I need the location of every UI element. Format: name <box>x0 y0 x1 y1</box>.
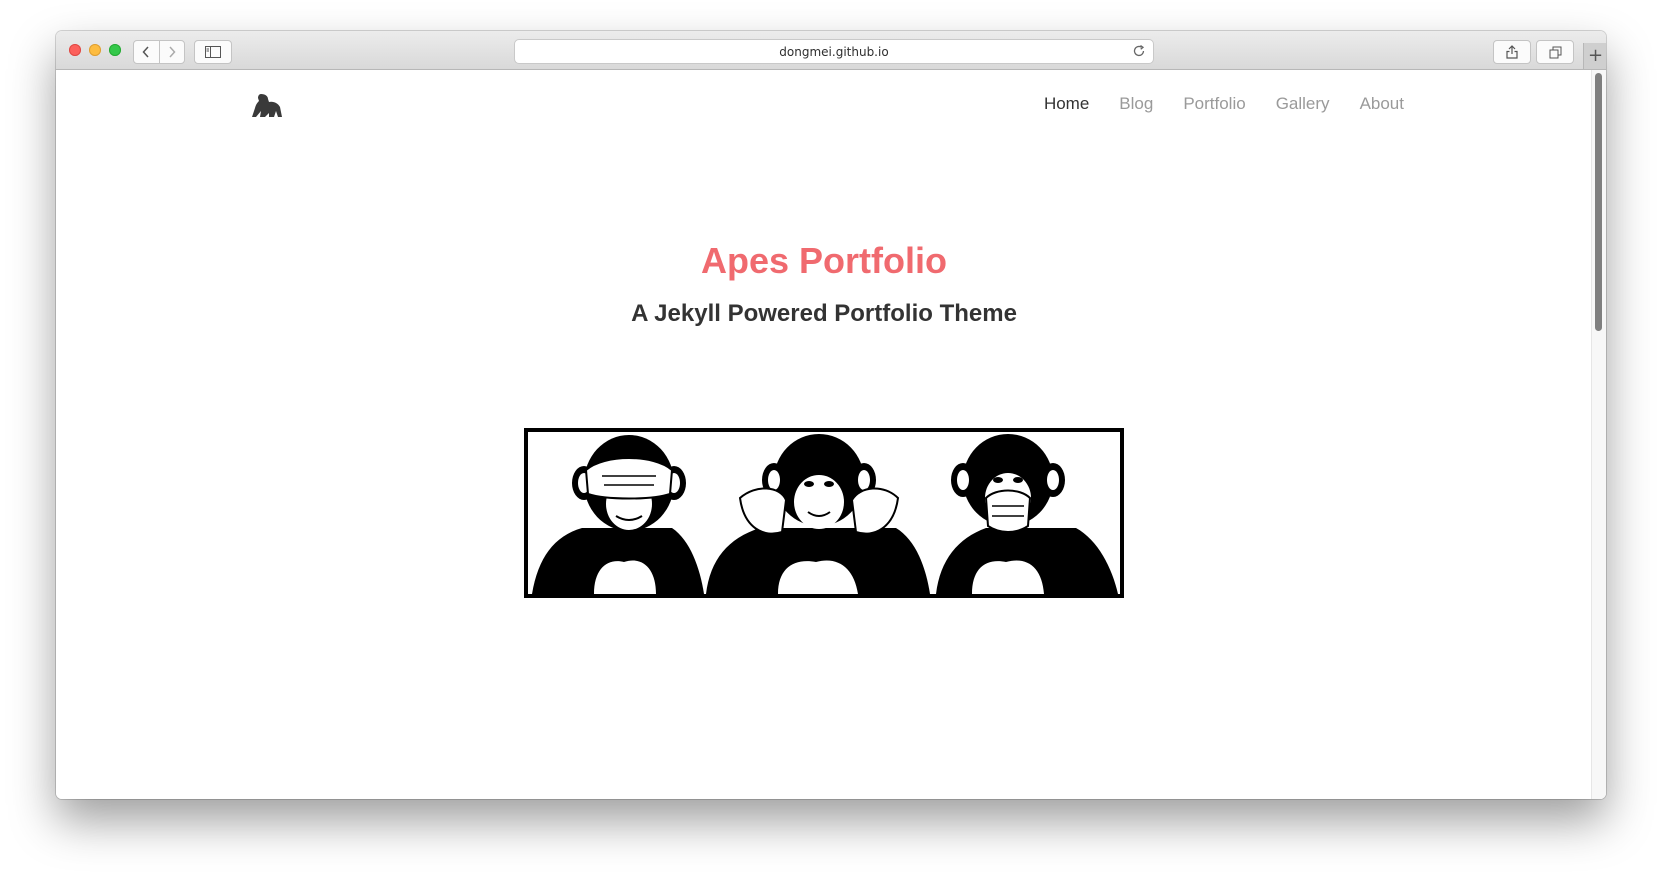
three-wise-monkeys-icon <box>524 428 1124 598</box>
minimize-window-button[interactable] <box>89 44 101 56</box>
nav-gallery[interactable]: Gallery <box>1276 94 1330 114</box>
browser-toolbar: dongmei.github.io + <box>56 31 1606 70</box>
nav-portfolio[interactable]: Portfolio <box>1183 94 1245 114</box>
nav-blog[interactable]: Blog <box>1119 94 1153 114</box>
chevron-right-icon <box>169 46 176 58</box>
address-bar[interactable]: dongmei.github.io <box>514 39 1154 64</box>
site-nav: Home Blog Portfolio Gallery About <box>1044 94 1404 114</box>
page-scrollbar[interactable] <box>1591 70 1606 799</box>
scrollbar-thumb[interactable] <box>1595 73 1602 331</box>
nav-home[interactable]: Home <box>1044 94 1089 114</box>
chevron-left-icon <box>142 46 149 58</box>
sidebar-toggle-button[interactable] <box>194 40 232 64</box>
page-viewport: Home Blog Portfolio Gallery About Apes P… <box>56 70 1606 799</box>
nav-about[interactable]: About <box>1360 94 1404 114</box>
back-button[interactable] <box>134 41 159 63</box>
browser-window: dongmei.github.io + Home Blog Portfolio … <box>56 31 1606 799</box>
hero-title: Apes Portfolio <box>700 240 947 281</box>
maximize-window-button[interactable] <box>109 44 121 56</box>
share-button[interactable] <box>1493 40 1531 64</box>
close-window-button[interactable] <box>69 44 81 56</box>
show-tabs-button[interactable] <box>1536 40 1574 64</box>
forward-button[interactable] <box>158 41 185 63</box>
new-tab-button[interactable]: + <box>1583 43 1606 69</box>
hero-subtitle: A Jekyll Powered Portfolio Theme <box>631 300 1017 327</box>
address-url: dongmei.github.io <box>779 44 889 59</box>
history-nav-group <box>133 40 185 64</box>
share-icon <box>1506 45 1518 59</box>
reload-icon[interactable] <box>1132 44 1146 58</box>
sidebar-icon <box>205 46 221 58</box>
site-logo[interactable] <box>252 94 282 122</box>
tabs-icon <box>1549 46 1561 58</box>
gorilla-icon <box>252 94 282 117</box>
